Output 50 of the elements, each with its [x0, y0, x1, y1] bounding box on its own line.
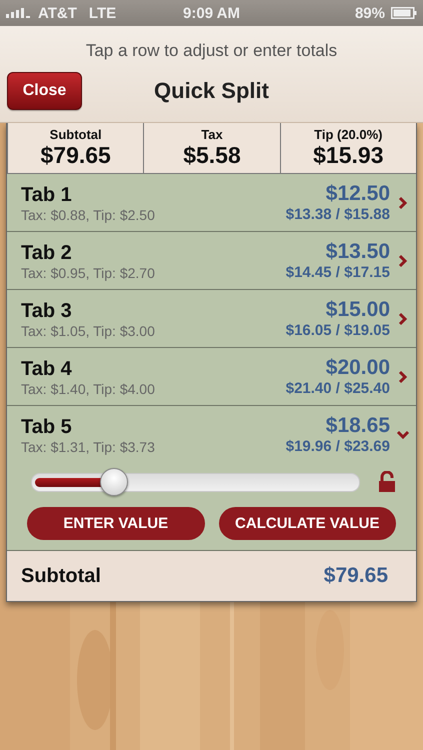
calculate-value-button[interactable]: CALCULATE VALUE: [218, 507, 396, 540]
tab-name: Tab 1: [21, 182, 73, 206]
summary-label: Tip (20.0%): [314, 127, 383, 142]
summary-value: $15.93: [313, 142, 384, 168]
tab-totals: $19.96 / $23.69: [286, 438, 390, 455]
hint-text: Tap a row to adjust or enter totals: [84, 40, 338, 61]
unlocked-padlock-icon[interactable]: [378, 471, 396, 493]
carrier-name: AT&T: [38, 4, 77, 22]
chevron-right-icon[interactable]: [396, 196, 410, 210]
tab-row[interactable]: Tab 2 Tax: $0.95, Tip: $2.70 $13.50 $14.45 / $17.15: [7, 232, 416, 290]
tab-totals: $13.38 / $15.88: [286, 206, 390, 223]
summary-label: Tax: [201, 127, 223, 142]
tab-amount: $18.65: [326, 414, 390, 438]
tab-detail: Tax: $1.40, Tip: $4.00: [21, 380, 156, 396]
screen-title: Quick Split: [154, 78, 269, 103]
tab-amount: $20.00: [326, 356, 390, 380]
total-label: Subtotal: [21, 564, 102, 588]
clock-time: 9:09 AM: [183, 4, 240, 22]
tab-row[interactable]: Tab 3 Tax: $1.05, Tip: $3.00 $15.00 $16.05 / $19.05: [7, 290, 416, 348]
summary-label: Subtotal: [50, 127, 102, 142]
tab-name: Tab 4: [21, 356, 73, 380]
enter-value-button[interactable]: ENTER VALUE: [27, 507, 204, 540]
network-type: LTE: [88, 4, 116, 22]
tab-amount: $15.00: [326, 298, 390, 322]
tab-row[interactable]: Tab 5 Tax: $1.31, Tip: $3.73 $18.65 $19.96 / $23.69 ENTER VALUE CALCULATE VALUE: [7, 406, 416, 551]
tab-name: Tab 2: [21, 240, 73, 264]
tab-name: Tab 5: [21, 414, 73, 438]
summary-value: $79.65: [40, 142, 111, 168]
tab-totals: $21.40 / $25.40: [286, 380, 390, 397]
tab-amount: $12.50: [326, 182, 390, 206]
tab-amount: $13.50: [326, 240, 390, 264]
tab-detail: Tax: $0.95, Tip: $2.70: [21, 264, 156, 280]
tab-detail: Tax: $0.88, Tip: $2.50: [21, 206, 156, 222]
signal-icon: [6, 8, 32, 18]
close-button[interactable]: Close: [7, 72, 82, 110]
tab-detail: Tax: $1.05, Tip: $3.00: [21, 322, 156, 338]
battery-percent: 89%: [354, 4, 385, 22]
tab-name: Tab 3: [21, 298, 73, 322]
battery-icon: [391, 7, 417, 19]
tab-totals: $14.45 / $17.15: [286, 264, 390, 281]
chevron-right-icon[interactable]: [396, 370, 410, 384]
total-value: $79.65: [324, 564, 388, 588]
slider-thumb[interactable]: [100, 468, 128, 496]
chevron-right-icon[interactable]: [396, 254, 410, 268]
tab-detail: Tax: $1.31, Tip: $3.73: [21, 438, 156, 454]
tab-row[interactable]: Tab 1 Tax: $0.88, Tip: $2.50 $12.50 $13.38 / $15.88: [7, 174, 416, 232]
chevron-right-icon[interactable]: [396, 312, 410, 326]
tab-row[interactable]: Tab 4 Tax: $1.40, Tip: $4.00 $20.00 $21.40 / $25.40: [7, 348, 416, 406]
summary-value: $5.58: [183, 142, 241, 168]
tab-totals: $16.05 / $19.05: [286, 322, 390, 339]
